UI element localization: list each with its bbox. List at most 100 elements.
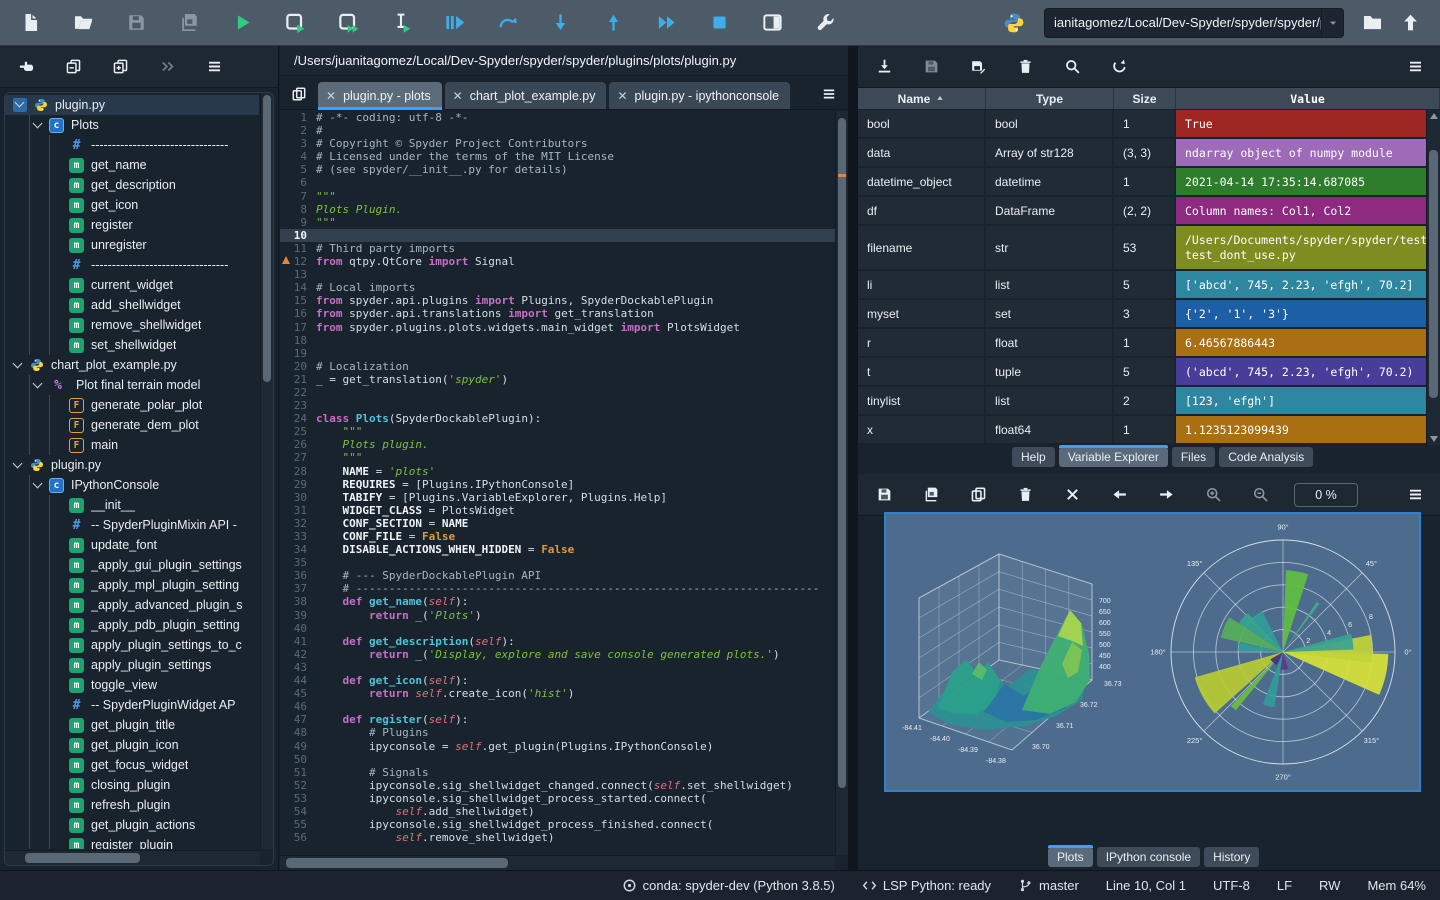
debug-stop-button[interactable] <box>701 6 737 40</box>
debug-continue-button[interactable] <box>648 6 684 40</box>
options-menu-button[interactable] <box>197 52 231 82</box>
import-data-button[interactable] <box>867 52 901 82</box>
chevron-down-icon[interactable] <box>1321 9 1343 37</box>
chevron-down-icon[interactable] <box>13 360 23 370</box>
outline-item-__init__[interactable]: m__init__ <box>5 495 259 515</box>
outline-item-update_font[interactable]: mupdate_font <box>5 535 259 555</box>
save-all-button[interactable] <box>171 6 207 40</box>
parent-directory-button[interactable] <box>1392 6 1428 40</box>
save-plot-button[interactable] <box>867 480 901 510</box>
working-directory-value[interactable]: ianitagomez/Local/Dev-Spyder/spyder/spyd… <box>1045 15 1321 30</box>
remove-variable-button[interactable] <box>1008 52 1042 82</box>
editor-tab-plugin.py-ipythonconsole[interactable]: ✕plugin.py - ipythonconsole <box>609 82 790 109</box>
variable-value[interactable]: {'2', '1', '3'} <box>1176 300 1440 327</box>
variable-row-t[interactable]: ttuple5('abcd', 745, 2.23, 'efgh', 70.2) <box>858 358 1440 387</box>
remove-plot-button[interactable] <box>1008 480 1042 510</box>
outline-item-plots[interactable]: cPlots <box>5 115 259 135</box>
run-button[interactable] <box>224 6 260 40</box>
column-header-type[interactable]: Type <box>986 88 1114 109</box>
close-icon[interactable]: ✕ <box>617 89 627 103</box>
close-icon[interactable]: ✕ <box>326 89 336 103</box>
save-data-button[interactable] <box>914 52 948 82</box>
code-editor[interactable]: 1# -*- coding: utf-8 -*-2#3# Copyright ©… <box>280 111 835 855</box>
run-cell-button[interactable] <box>277 6 313 40</box>
editor-tab-chart_plot_example.py[interactable]: ✕chart_plot_example.py <box>445 82 607 109</box>
plot-thumbnail[interactable]: 700650600550500450400-84.41-84.40-84.39-… <box>884 512 1421 792</box>
variable-row-datetime_object[interactable]: datetime_objectdatetime12021-04-14 17:35… <box>858 168 1440 197</box>
outline-item--spyderpluginmixin-api-[interactable]: #-- SpyderPluginMixin API - <box>5 515 259 535</box>
outline-item-plugin.py[interactable]: plugin.py <box>5 95 259 115</box>
open-file-button[interactable] <box>65 6 101 40</box>
debug-button[interactable] <box>436 6 472 40</box>
working-directory-combobox[interactable]: ianitagomez/Local/Dev-Spyder/spyder/spyd… <box>1044 8 1344 38</box>
variable-value[interactable]: 2021-04-14 17:35:14.687085 <box>1176 168 1440 195</box>
search-variable-button[interactable] <box>1055 52 1089 82</box>
outline-item-set_shellwidget[interactable]: mset_shellwidget <box>5 335 259 355</box>
outline-item-get_plugin_title[interactable]: mget_plugin_title <box>5 715 259 735</box>
outline-item-get_plugin_icon[interactable]: mget_plugin_icon <box>5 735 259 755</box>
variable-value[interactable]: 1.1235123099439 <box>1176 416 1440 443</box>
chevron-down-icon[interactable] <box>33 380 43 390</box>
outline-item-get_focus_widget[interactable]: mget_focus_widget <box>5 755 259 775</box>
save-button[interactable] <box>118 6 154 40</box>
chevron-down-icon[interactable] <box>33 480 43 490</box>
status-git-branch[interactable]: master <box>1018 878 1079 893</box>
variable-row-r[interactable]: rfloat16.46567886443 <box>858 329 1440 358</box>
previous-plot-button[interactable] <box>1102 480 1136 510</box>
variable-value[interactable]: True <box>1176 110 1440 137</box>
goto-cursor-button[interactable] <box>9 52 43 82</box>
tab-ipython-console[interactable]: IPython console <box>1097 847 1200 867</box>
browse-directory-button[interactable] <box>1354 6 1390 40</box>
outline-item-refresh_plugin[interactable]: mrefresh_plugin <box>5 795 259 815</box>
variable-row-x[interactable]: xfloat6411.1235123099439 <box>858 416 1440 445</box>
outline-item-register_plugin[interactable]: mregister_plugin <box>5 835 259 849</box>
variable-explorer-options-button[interactable] <box>1398 52 1432 82</box>
outline-item-_apply_pdb_plugin_setting[interactable]: m_apply_pdb_plugin_setting <box>5 615 259 635</box>
next-plot-button[interactable] <box>1149 480 1183 510</box>
outline-item--[interactable]: #--------------------------------- <box>5 135 259 155</box>
tab-history[interactable]: History <box>1204 847 1259 867</box>
run-cell-advance-button[interactable] <box>330 6 366 40</box>
tab-help[interactable]: Help <box>1012 447 1055 467</box>
outline-item-chart_plot_example.py[interactable]: chart_plot_example.py <box>5 355 259 375</box>
tab-files[interactable]: Files <box>1172 447 1215 467</box>
browse-tabs-button[interactable] <box>286 81 312 107</box>
tab-code-analysis[interactable]: Code Analysis <box>1219 447 1313 467</box>
variable-row-data[interactable]: dataArray of str128(3, 3)ndarray object … <box>858 139 1440 168</box>
outline-item-get_name[interactable]: mget_name <box>5 155 259 175</box>
tab-variable-explorer[interactable]: Variable Explorer <box>1059 447 1168 467</box>
outline-item-plugin.py[interactable]: plugin.py <box>5 455 259 475</box>
outline-vertical-scrollbar[interactable] <box>260 93 273 849</box>
outline-item-_apply_advanced_plugin_s[interactable]: m_apply_advanced_plugin_s <box>5 595 259 615</box>
outline-item-main[interactable]: Fmain <box>5 435 259 455</box>
preferences-button[interactable] <box>807 6 843 40</box>
close-icon[interactable]: ✕ <box>453 89 463 103</box>
chevron-down-icon[interactable] <box>13 460 23 470</box>
outline-item-generate_dem_plot[interactable]: Fgenerate_dem_plot <box>5 415 259 435</box>
outline-item-closing_plugin[interactable]: mclosing_plugin <box>5 775 259 795</box>
variable-value[interactable]: /Users/Documents/spyder/spyder/tests, te… <box>1176 226 1440 269</box>
zoom-out-button[interactable] <box>1243 480 1277 510</box>
outline-item-register[interactable]: mregister <box>5 215 259 235</box>
outline-item-_apply_gui_plugin_settings[interactable]: m_apply_gui_plugin_settings <box>5 555 259 575</box>
variable-row-bool[interactable]: boolbool1True <box>858 110 1440 139</box>
copy-plot-button[interactable] <box>961 480 995 510</box>
column-header-name[interactable]: Name <box>858 88 986 109</box>
maximize-pane-button[interactable] <box>754 6 790 40</box>
variable-row-tinylist[interactable]: tinylistlist2[123, 'efgh'] <box>858 387 1440 416</box>
editor-horizontal-scrollbar[interactable] <box>280 855 835 870</box>
variable-value[interactable]: [123, 'efgh'] <box>1176 387 1440 414</box>
column-header-value[interactable]: Value <box>1176 88 1440 109</box>
outline-item-plot-final-terrain-model[interactable]: %Plot final terrain model <box>5 375 259 395</box>
outline-item-current_widget[interactable]: mcurrent_widget <box>5 275 259 295</box>
outline-item-get_icon[interactable]: mget_icon <box>5 195 259 215</box>
outline-item-unregister[interactable]: munregister <box>5 235 259 255</box>
refresh-variables-button[interactable] <box>1102 52 1136 82</box>
editor-tab-menu-button[interactable] <box>816 81 842 107</box>
variable-table-scrollbar[interactable] <box>1426 110 1440 445</box>
outline-item-add_shellwidget[interactable]: madd_shellwidget <box>5 295 259 315</box>
outline-item--spyderpluginwidget-ap[interactable]: #-- SpyderPluginWidget AP <box>5 695 259 715</box>
outline-horizontal-scrollbar[interactable] <box>5 850 260 865</box>
step-return-button[interactable] <box>595 6 631 40</box>
run-selection-button[interactable] <box>383 6 419 40</box>
